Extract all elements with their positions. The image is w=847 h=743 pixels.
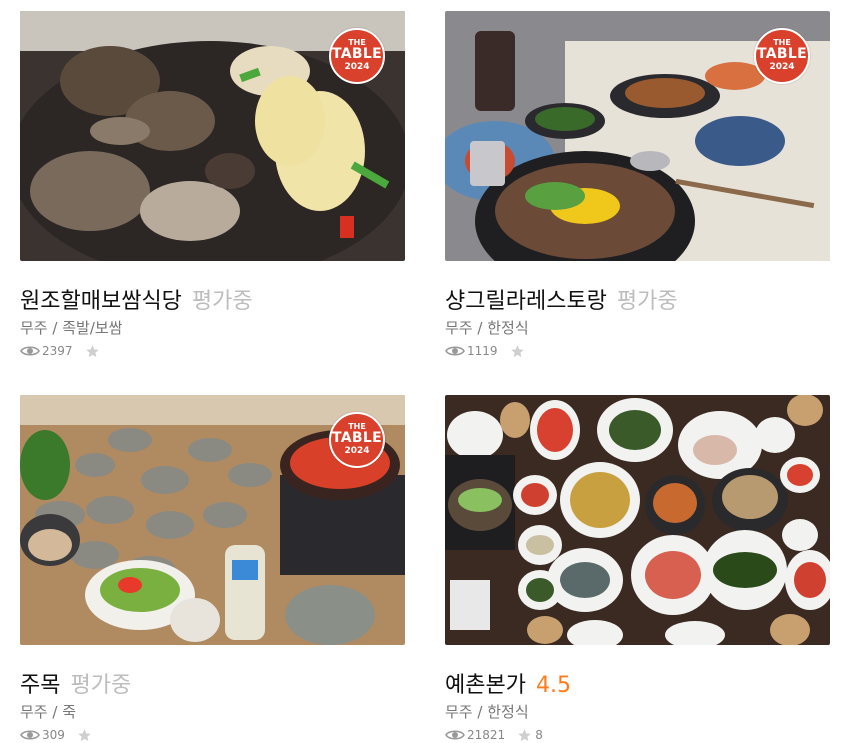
restaurant-category: 한정식 (487, 319, 529, 337)
view-count: 21821 (467, 728, 506, 742)
restaurant-photo[interactable]: THE TABLE 2024 (445, 11, 830, 261)
restaurant-score: 4.5 (535, 673, 571, 698)
restaurant-meta: 무주 / 한정식 (445, 701, 830, 721)
restaurant-photo[interactable] (445, 395, 830, 645)
meta-separator: / (52, 319, 63, 337)
restaurant-region: 무주 (20, 319, 48, 337)
restaurant-name[interactable]: 원조할매보쌈식당 (20, 283, 182, 315)
restaurant-stats: 1119 (445, 343, 830, 359)
restaurant-stats: 2397 (20, 343, 405, 359)
restaurant-stats: 309 (20, 727, 405, 743)
restaurant-region: 무주 (445, 703, 473, 721)
restaurant-name[interactable]: 샹그릴라레스토랑 (445, 283, 607, 315)
restaurant-score: 평가중 (616, 289, 678, 314)
view-count: 309 (42, 728, 65, 742)
meta-separator: / (477, 319, 488, 337)
restaurant-region: 무주 (20, 703, 48, 721)
restaurant-score: 평가중 (191, 289, 253, 314)
meta-separator: / (52, 703, 63, 721)
restaurant-meta: 무주 / 족발/보쌈 (20, 317, 405, 337)
review-count: 8 (535, 728, 543, 742)
star-icon (510, 344, 524, 357)
view-count: 2397 (42, 344, 73, 358)
star-icon (78, 728, 91, 741)
meta-separator: / (477, 703, 488, 721)
view-count: 1119 (467, 344, 498, 358)
star-icon (85, 344, 99, 357)
restaurant-card[interactable]: THE TABLE 2024 원조할매보쌈식당 평가중 무주 / 족발/보쌈 2… (20, 11, 405, 359)
restaurant-name[interactable]: 예촌본가 (445, 667, 526, 699)
eye-icon (20, 730, 40, 740)
restaurant-meta: 무주 / 한정식 (445, 317, 830, 337)
restaurant-name[interactable]: 주목 (20, 667, 60, 699)
restaurant-score: 평가중 (70, 673, 132, 698)
restaurant-photo[interactable]: THE TABLE 2024 (20, 11, 405, 261)
restaurant-stats: 21821 8 (445, 727, 830, 743)
the-table-2024-badge: THE TABLE 2024 (754, 28, 810, 84)
restaurant-region: 무주 (445, 319, 473, 337)
the-table-2024-badge: THE TABLE 2024 (329, 412, 385, 468)
restaurant-category: 한정식 (487, 703, 529, 721)
eye-icon (445, 730, 465, 740)
restaurant-photo[interactable]: THE TABLE 2024 (20, 395, 405, 645)
restaurant-meta: 무주 / 죽 (20, 701, 405, 721)
eye-icon (20, 346, 40, 356)
restaurant-category: 죽 (62, 703, 77, 721)
restaurant-card[interactable]: 예촌본가 4.5 무주 / 한정식 21821 8 (445, 395, 830, 743)
restaurant-category: 족발/보쌈 (62, 319, 123, 337)
eye-icon (445, 346, 465, 356)
restaurant-card[interactable]: THE TABLE 2024 샹그릴라레스토랑 평가중 무주 / 한정식 111… (445, 11, 830, 359)
the-table-2024-badge: THE TABLE 2024 (329, 28, 385, 84)
star-icon (518, 728, 531, 741)
restaurant-card[interactable]: THE TABLE 2024 주목 평가중 무주 / 죽 309 (20, 395, 405, 743)
